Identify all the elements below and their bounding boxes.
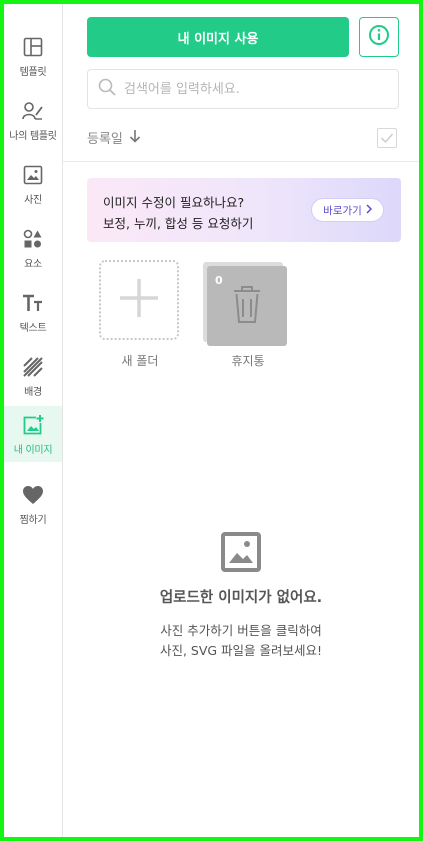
template-icon — [22, 36, 44, 58]
banner-subtitle: 보정, 누끼, 합성 등 요청하기 — [103, 216, 254, 231]
image-placeholder-icon — [221, 532, 261, 572]
check-icon — [380, 129, 394, 148]
sidebar-item-label: 사진 — [24, 195, 42, 206]
text-icon — [22, 292, 44, 314]
heart-icon — [22, 484, 44, 506]
search-box — [87, 69, 399, 109]
my-template-icon — [22, 100, 44, 122]
sidebar-item-label: 찜하기 — [19, 515, 47, 526]
empty-line-1: 사진 추가하기 버튼을 클릭하여 — [160, 623, 322, 638]
select-all-checkbox[interactable] — [377, 128, 397, 148]
sidebar-item-label: 나의 템플릿 — [9, 131, 57, 142]
elements-icon — [22, 228, 44, 250]
edit-request-banner[interactable]: 이미지 수정이 필요하나요? 보정, 누끼, 합성 등 요청하기 바로가기 — [87, 178, 401, 242]
search-icon — [98, 78, 116, 100]
trash-count: 0 — [215, 274, 223, 287]
sidebar-item-my-image[interactable]: 내 이미지 — [4, 406, 62, 462]
divider — [63, 161, 419, 162]
my-image-icon — [22, 414, 44, 436]
trash-icon — [232, 284, 262, 328]
empty-line-2: 사진, SVG 파일을 올려보세요! — [159, 643, 323, 658]
search-input[interactable] — [124, 81, 384, 97]
plus-icon — [118, 277, 160, 323]
sidebar-item-my-template[interactable]: 나의 템플릿 — [4, 92, 62, 148]
sidebar-item-text[interactable]: 텍스트 — [4, 284, 62, 340]
empty-title: 업로드한 이미지가 없어요. — [159, 590, 323, 606]
background-icon — [22, 356, 44, 378]
arrow-down-icon — [129, 129, 141, 147]
banner-title: 이미지 수정이 필요하나요? — [103, 195, 245, 210]
new-folder-box — [99, 260, 179, 340]
empty-description: 사진 추가하기 버튼을 클릭하여 사진, SVG 파일을 올려보세요! — [63, 621, 419, 661]
sidebar-item-background[interactable]: 배경 — [4, 348, 62, 404]
photo-icon — [22, 164, 44, 186]
trash-label: 휴지통 — [231, 354, 265, 368]
sort-button[interactable]: 등록일 — [87, 128, 141, 147]
main-panel: 내 이미지 사용 등록일 이미지 수정이 필요하나요? 보 — [63, 4, 419, 837]
app-frame: 템플릿 나의 템플릿 사진 요소 텍스트 배경 내 이미지 찜하기 내 이미지 … — [0, 0, 423, 841]
info-icon — [368, 24, 390, 50]
sidebar-item-favorites[interactable]: 찜하기 — [4, 476, 62, 532]
sidebar-item-label: 요소 — [24, 259, 42, 270]
sidebar-item-label: 배경 — [24, 387, 42, 398]
use-my-image-button[interactable]: 내 이미지 사용 — [87, 17, 349, 57]
banner-go-label: 바로가기 — [323, 204, 362, 217]
banner-go-button[interactable]: 바로가기 — [311, 198, 384, 222]
new-folder-label: 새 폴더 — [121, 354, 159, 368]
empty-state: 업로드한 이미지가 없어요. 사진 추가하기 버튼을 클릭하여 사진, SVG … — [63, 532, 419, 661]
sidebar-item-label: 내 이미지 — [13, 445, 53, 456]
sidebar-item-label: 템플릿 — [19, 67, 47, 78]
chevron-right-icon — [366, 203, 372, 217]
sidebar-item-label: 텍스트 — [19, 323, 47, 334]
sort-label: 등록일 — [87, 132, 123, 147]
sidebar: 템플릿 나의 템플릿 사진 요소 텍스트 배경 내 이미지 찜하기 — [4, 4, 63, 837]
trash-folder-box: 0 — [207, 266, 287, 346]
info-button[interactable] — [359, 17, 399, 57]
sidebar-item-photo[interactable]: 사진 — [4, 156, 62, 212]
sidebar-item-elements[interactable]: 요소 — [4, 220, 62, 276]
sidebar-item-template[interactable]: 템플릿 — [4, 28, 62, 84]
